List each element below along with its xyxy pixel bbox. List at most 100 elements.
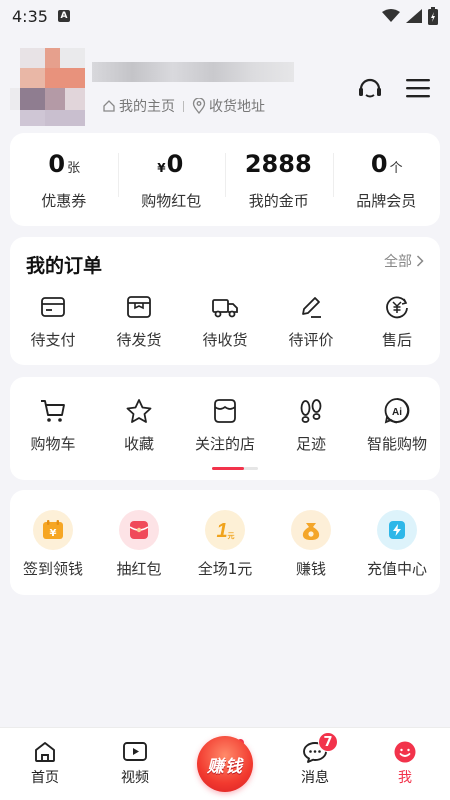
order-item-label: 待支付 [30,331,76,349]
address-link[interactable]: 收货地址 [192,96,265,116]
promo-red-envelope[interactable]: 抽红包 [96,510,182,579]
tool-followed-stores[interactable]: 关注的店 [182,397,268,454]
one-yuan-icon: 1元 [205,510,245,550]
tab-video[interactable]: 视频 [90,728,245,800]
tool-cart[interactable]: 购物车 [10,397,96,454]
lightning-icon [377,510,417,550]
promo-label: 赚钱 [295,560,326,578]
tools-card: 购物车 收藏 关注的店 足迹 Ai 智能购物 [10,377,440,480]
tool-label: 收藏 [123,435,154,453]
promo-label: 抽红包 [116,560,162,578]
wifi-icon [382,9,400,22]
promo-recharge[interactable]: 充值中心 [354,510,440,579]
red-envelope-icon [119,510,159,550]
order-after-sales[interactable]: 售后 [354,293,440,350]
profile-links: 我的主页 收货地址 [102,96,265,116]
signal-icon [406,9,422,23]
cart-icon [41,400,65,422]
orders-all-link[interactable]: 全部 [384,251,424,271]
stat-value: 0 [370,149,388,178]
promo-one-yuan[interactable]: 1元 全场1元 [182,510,268,579]
tab-earn[interactable]: 赚钱 [180,728,270,800]
wallet-icon [41,297,65,317]
order-item-label: 待收货 [202,331,248,349]
tab-home[interactable]: 首页 [0,728,90,800]
username-blurred[interactable] [92,62,294,82]
tab-label: 我 [398,770,412,786]
home-page-link[interactable]: 我的主页 [102,96,175,116]
tool-label: 足迹 [295,435,326,453]
store-icon [214,399,236,423]
video-icon [123,742,147,761]
avatar[interactable] [10,48,85,126]
headset-icon[interactable] [356,74,384,102]
header-actions [356,74,430,102]
tool-favorites[interactable]: 收藏 [96,397,182,454]
svg-text:1: 1 [216,520,227,542]
order-pending-payment[interactable]: 待支付 [10,293,96,350]
ai-icon: Ai [384,398,410,424]
tool-label: 关注的店 [194,435,255,453]
promo-label: 全场1元 [197,560,253,578]
promo-checkin[interactable]: ¥ 签到领钱 [10,510,96,579]
order-status-row: 待支付 待发货 待收货 待评价 售后 [10,293,440,350]
promo-label: 签到领钱 [22,560,83,578]
order-item-label: 售后 [381,331,412,349]
svg-text:元: 元 [228,532,235,540]
pen-icon [302,297,321,318]
orders-card: 我的订单 全部 待支付 待发货 待收货 待评价 售后 [10,237,440,365]
me-icon [394,741,416,763]
order-item-label: 待发货 [116,331,162,349]
orders-title: 我的订单 [26,255,103,277]
stat-unit: 张 [67,160,81,176]
package-icon [127,296,151,318]
order-item-label: 待评价 [288,331,334,349]
footprint-icon [300,399,322,423]
stat-coupons[interactable]: 0张 优惠券 [10,149,118,211]
earn-money-icon: 赚钱 [197,736,253,792]
stat-value: 2888 [244,149,312,178]
stat-red-packet[interactable]: ¥0 购物红包 [117,149,226,211]
tools-scroll-indicator [212,467,258,470]
stat-label: 我的金币 [248,191,309,210]
status-time: 4:35 [12,6,48,26]
address-link-label: 收货地址 [209,99,265,115]
menu-icon[interactable] [406,78,430,98]
order-pending-shipment[interactable]: 待发货 [96,293,182,350]
stat-label: 品牌会员 [356,191,417,210]
home-page-link-label: 我的主页 [119,99,175,115]
promo-earn[interactable]: 赚钱 [268,510,354,579]
message-count-badge: 7 [318,732,338,752]
stat-prefix: ¥ [157,160,166,175]
earn-button-text: 赚钱 [207,756,243,777]
svg-text:¥: ¥ [50,528,57,539]
tab-label: 首页 [31,770,59,786]
link-divider [183,100,184,112]
tab-messages[interactable]: 7 消息 [270,728,360,800]
tab-label: 视频 [121,770,149,786]
yuan-refund-icon [386,296,408,319]
stat-label: 优惠券 [41,191,87,210]
chevron-right-icon [416,255,424,267]
order-pending-review[interactable]: 待评价 [268,293,354,350]
promos-row: ¥ 签到领钱 抽红包 1元 全场1元 赚钱 充值中心 [10,510,440,579]
tab-me[interactable]: 我 [360,728,450,800]
bottom-tab-bar: 首页 视频 赚钱 7 消息 我 [0,727,450,800]
tools-row: 购物车 收藏 关注的店 足迹 Ai 智能购物 [10,397,440,454]
tool-smart-shopping[interactable]: Ai 智能购物 [354,397,440,454]
stat-label: 购物红包 [141,191,202,210]
order-pending-receipt[interactable]: 待收货 [182,293,268,350]
tool-footprint[interactable]: 足迹 [268,397,354,454]
stats-card: 0张 优惠券 ¥0 购物红包 2888 我的金币 0个 品牌会员 [10,133,440,226]
stat-unit: 个 [389,160,403,176]
tool-label: 购物车 [30,435,76,453]
profile-header: 我的主页 收货地址 [0,40,450,130]
status-bar: 4:35 A [0,0,450,32]
stat-brand-member[interactable]: 0个 品牌会员 [332,149,441,211]
home-small-icon [103,100,115,112]
star-icon [126,399,152,423]
home-icon [35,742,55,762]
tab-label: 消息 [301,770,329,786]
promo-label: 充值中心 [366,560,427,578]
stat-coins[interactable]: 2888 我的金币 [225,149,333,211]
